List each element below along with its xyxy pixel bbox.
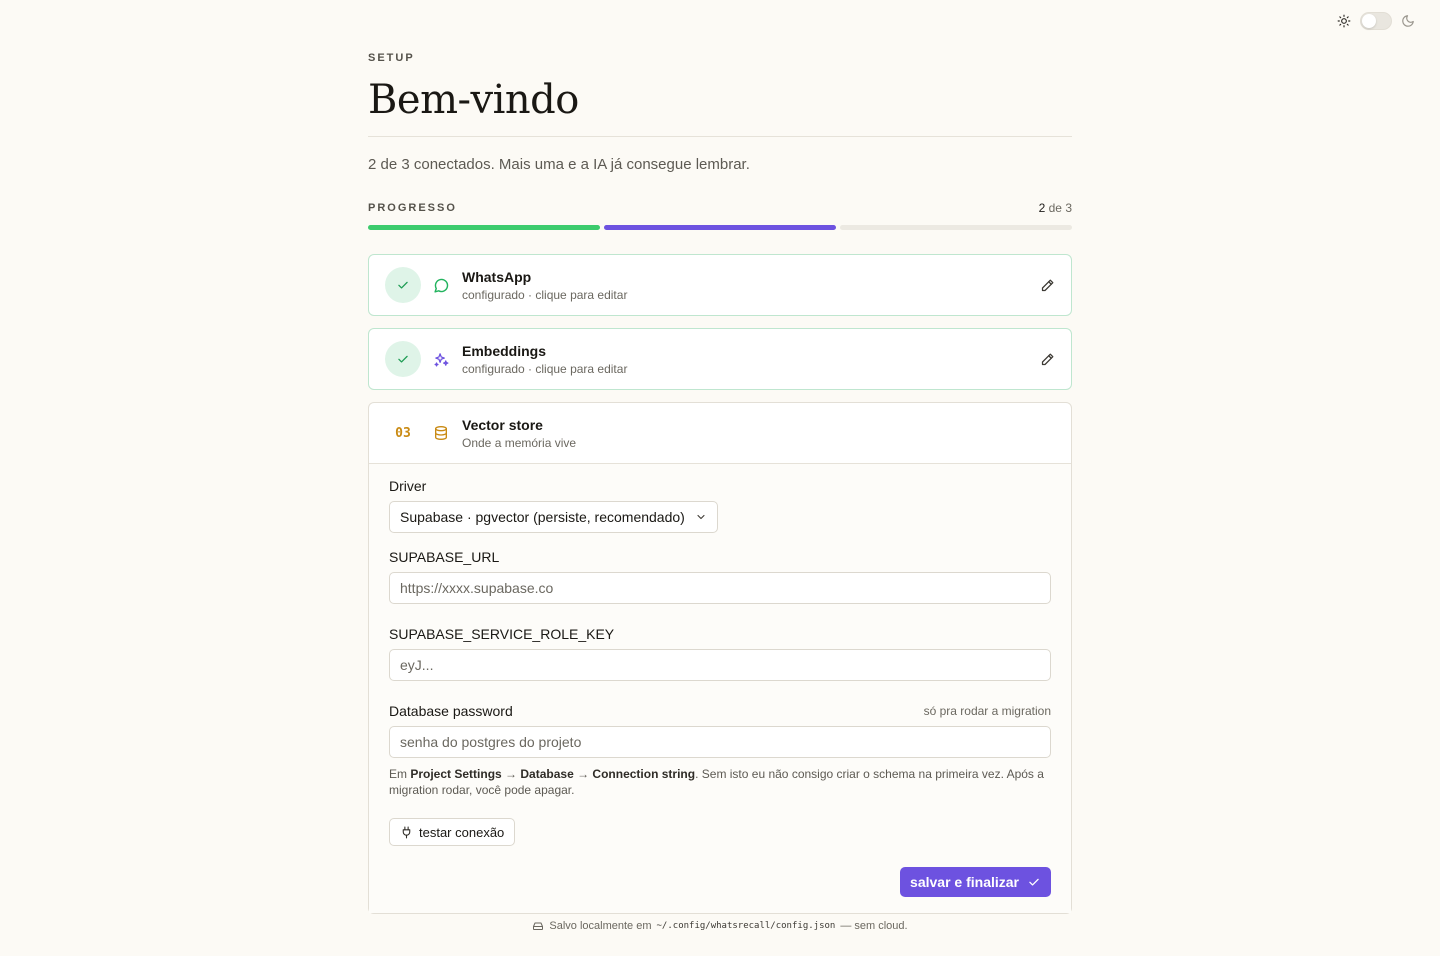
step-subtitle: Onde a memória vive	[462, 435, 577, 450]
page-subtitle: 2 de 3 conectados. Mais uma e a IA já co…	[368, 156, 750, 173]
chevron-down-icon	[697, 514, 705, 520]
step-subtitle: configurado · clique para editar	[462, 361, 628, 376]
help-arrow: →	[573, 767, 593, 781]
driver-select[interactable]: Supabase · pgvector (persiste, recomenda…	[389, 501, 718, 533]
driver-select-value: Supabase · pgvector (persiste, recomenda…	[400, 509, 685, 525]
help-database: Database	[520, 767, 574, 781]
check-icon	[398, 355, 408, 363]
progress-total: de 3	[1045, 201, 1072, 215]
progress-bar	[368, 225, 1072, 230]
title-divider	[368, 136, 1072, 137]
service-role-key-label: SUPABASE_SERVICE_ROLE_KEY	[389, 626, 1051, 642]
driver-label: Driver	[389, 478, 1051, 494]
theme-switch-knob	[1362, 14, 1376, 28]
step-card-whatsapp[interactable]: WhatsApp configurado · clique para edita…	[368, 254, 1072, 316]
supabase-url-label: SUPABASE_URL	[389, 549, 1051, 565]
step-titles: WhatsApp configurado · clique para edita…	[462, 269, 1039, 302]
page-eyebrow: SETUP	[368, 52, 415, 64]
test-connection-label: testar conexão	[419, 824, 505, 840]
service-role-key-input[interactable]	[389, 649, 1051, 681]
footer-prefix: Salvo localmente em	[549, 920, 652, 932]
vector-store-form: Driver Supabase · pgvector (persiste, re…	[369, 463, 1071, 913]
footer-suffix: — sem cloud.	[840, 920, 908, 932]
theme-switch[interactable]	[1360, 12, 1392, 30]
step-card-header[interactable]: Embeddings configurado · clique para edi…	[369, 329, 1071, 389]
moon-icon[interactable]	[1400, 13, 1416, 29]
step-titles: Embeddings configurado · clique para edi…	[462, 343, 1039, 376]
sun-icon[interactable]	[1336, 13, 1352, 29]
save-and-finish-label: salvar e finalizar	[910, 874, 1019, 890]
database-password-input[interactable]	[389, 726, 1051, 758]
check-icon	[398, 281, 408, 289]
progress-segment-3	[840, 225, 1072, 230]
step-card-header: 03 Vector store Onde a memória vive	[369, 403, 1071, 463]
database-password-label: Database password só pra rodar a migrati…	[389, 703, 1051, 719]
step-card-embeddings[interactable]: Embeddings configurado · clique para edi…	[368, 328, 1072, 390]
check-icon	[1029, 878, 1039, 886]
pencil-icon[interactable]	[1039, 277, 1055, 293]
supabase-url-label-text: SUPABASE_URL	[389, 549, 500, 565]
help-prefix: Em	[389, 767, 411, 781]
drive-icon	[533, 922, 544, 930]
step-card-header[interactable]: WhatsApp configurado · clique para edita…	[369, 255, 1071, 315]
step-title: Embeddings	[462, 342, 547, 359]
chat-bubble-icon	[432, 276, 450, 294]
footer-config-path: ~/.config/whatsrecall/config.json	[656, 921, 836, 931]
step-card-vector-store: 03 Vector store Onde a memória vive Driv…	[368, 402, 1072, 914]
step-title: Vector store	[462, 416, 543, 433]
database-password-help: Em Project Settings → Database → Connect…	[389, 766, 1051, 798]
sparkles-icon	[432, 350, 450, 368]
step-subtitle: configurado · clique para editar	[462, 287, 628, 302]
form-actions: salvar e finalizar	[389, 867, 1051, 897]
setup-container: SETUP Bem-vindo 2 de 3 conectados. Mais …	[368, 0, 1072, 914]
supabase-url-input[interactable]	[389, 572, 1051, 604]
progress-count: 2 de 3	[1039, 201, 1072, 215]
driver-label-text: Driver	[389, 478, 427, 494]
service-role-key-label-text: SUPABASE_SERVICE_ROLE_KEY	[389, 626, 615, 642]
step-complete-badge	[385, 341, 421, 377]
theme-toggle[interactable]	[1336, 12, 1416, 30]
step-number: 03	[395, 425, 411, 441]
progress-header: PROGRESSO 2 de 3	[368, 201, 1072, 215]
step-complete-badge	[385, 267, 421, 303]
help-connection-string: Connection string	[592, 767, 696, 781]
footer: Salvo localmente em ~/.config/whatsrecal…	[0, 920, 1440, 932]
help-project-settings: Project Settings	[410, 767, 502, 781]
database-icon	[432, 424, 450, 442]
step-title: WhatsApp	[462, 268, 532, 285]
page-title: Bem-vindo	[368, 77, 579, 123]
pencil-icon[interactable]	[1039, 351, 1055, 367]
database-password-hint: só pra rodar a migration	[923, 704, 1051, 718]
step-titles: Vector store Onde a memória vive	[462, 417, 1055, 450]
progress-segment-2	[604, 225, 836, 230]
save-and-finish-button[interactable]: salvar e finalizar	[900, 867, 1051, 897]
database-password-label-text: Database password	[389, 703, 513, 719]
plug-icon	[402, 826, 411, 838]
help-arrow: →	[501, 767, 521, 781]
test-connection-button[interactable]: testar conexão	[389, 818, 516, 846]
progress-segment-1	[368, 225, 600, 230]
progress-label: PROGRESSO	[368, 202, 457, 214]
